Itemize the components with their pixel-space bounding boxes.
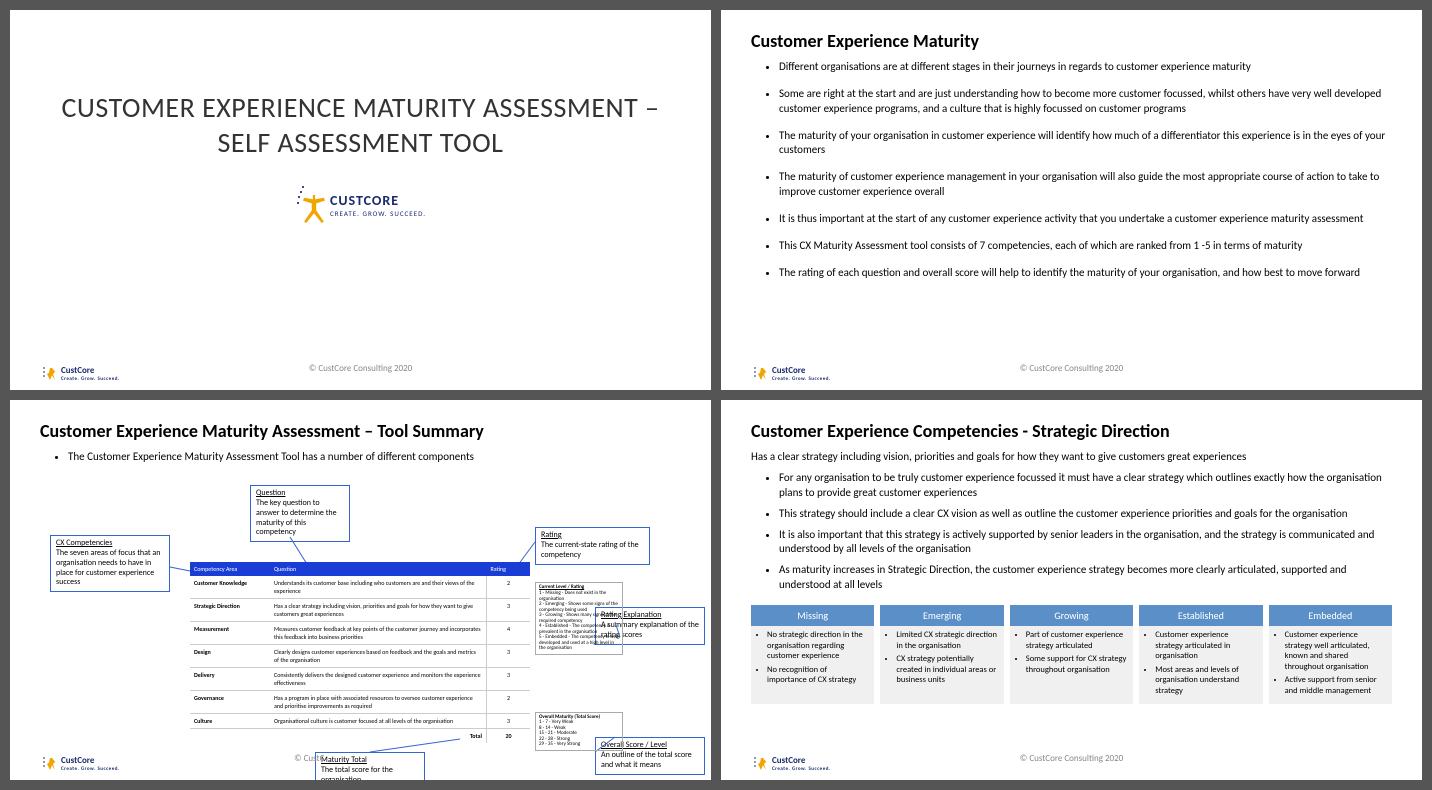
- rating-key-box: Current Level / Rating 1 - Missing - Doe…: [535, 582, 623, 655]
- table-row: Strategic DirectionHas a clear strategy …: [190, 598, 530, 621]
- level-growing: Growing Part of customer experience stra…: [1010, 605, 1133, 704]
- slide-footer: CustCoreCreate. Grow. Succeed. © CustCor…: [751, 364, 1392, 382]
- bullet: The maturity of your organisation in cus…: [779, 129, 1392, 159]
- slide-1-title: CUSTOMER EXPERIENCE MATURITY ASSESSMENT …: [40, 90, 681, 160]
- table-row: Customer KnowledgeUnderstands its custom…: [190, 576, 530, 599]
- slide-2-bullets: Different organisations are at different…: [751, 60, 1392, 280]
- custcore-small-logo-icon: [751, 754, 769, 772]
- bullet: For any organisation to be truly custome…: [779, 471, 1392, 501]
- logo-name: CUSTCORE: [330, 192, 426, 209]
- copyright: © CustCore Consulting 2020: [1020, 363, 1123, 374]
- slide-1: CUSTOMER EXPERIENCE MATURITY ASSESSMENT …: [10, 10, 711, 390]
- slide-4-heading: Customer Experience Competencies - Strat…: [751, 420, 1392, 442]
- slide-4-subtitle: Has a clear strategy including vision, p…: [751, 450, 1392, 463]
- slide-3-intro: The Customer Experience Maturity Assessm…: [40, 450, 681, 465]
- level-established: Established Customer experience strategy…: [1139, 605, 1262, 704]
- custcore-small-logo-icon: [40, 754, 58, 772]
- slide-2: Customer Experience Maturity Different o…: [721, 10, 1422, 390]
- slide-4: Customer Experience Competencies - Strat…: [721, 400, 1422, 780]
- callout-rating: Rating The current-state rating of the c…: [535, 527, 650, 565]
- slide-3-heading: Customer Experience Maturity Assessment …: [40, 420, 681, 442]
- maturity-levels-grid: Missing No strategic direction in the or…: [751, 605, 1392, 704]
- callout-cx-competencies: CX Competencies The seven areas of focus…: [50, 535, 170, 592]
- custcore-small-logo-icon: [40, 364, 58, 382]
- custcore-logo-icon: [295, 185, 325, 225]
- level-missing: Missing No strategic direction in the or…: [751, 605, 874, 704]
- bullet: It is thus important at the start of any…: [779, 212, 1392, 227]
- slide-3: Customer Experience Maturity Assessment …: [10, 400, 711, 780]
- copyright: © CustCore Consulting 2020: [1020, 753, 1123, 764]
- copyright: © CustCore Consulting 2020: [309, 363, 412, 374]
- table-row: GovernanceHas a program in place with as…: [190, 690, 530, 713]
- bullet: The rating of each question and overall …: [779, 266, 1392, 281]
- bullet: Some are right at the start and are just…: [779, 87, 1392, 117]
- bullet: This CX Maturity Assessment tool consist…: [779, 239, 1392, 254]
- level-embedded: Embedded Customer experience strategy we…: [1269, 605, 1392, 704]
- logo-tagline: Create. Grow. Succeed.: [330, 209, 426, 218]
- overall-key-box: Overall Maturity (Total Score) 1 - 7 - V…: [535, 712, 623, 751]
- table-row: CultureOrganisational culture is custome…: [190, 713, 530, 728]
- table-row: MeasurementMeasures customer feedback at…: [190, 621, 530, 644]
- slide-footer: CustCoreCreate. Grow. Succeed. © CustCor…: [40, 364, 681, 382]
- callout-question: Question The key question to answer to d…: [250, 485, 350, 542]
- bullet: The maturity of customer experience mana…: [779, 170, 1392, 200]
- main-logo: CUSTCORE Create. Grow. Succeed.: [40, 185, 681, 225]
- bullet: As maturity increases in Strategic Direc…: [779, 563, 1392, 593]
- bullet: It is also important that this strategy …: [779, 528, 1392, 558]
- slide-4-bullets: For any organisation to be truly custome…: [751, 471, 1392, 593]
- level-emerging: Emerging Limited CX strategic direction …: [880, 605, 1003, 704]
- table-total-row: Total20: [190, 728, 530, 743]
- slide-footer: CustCoreCreate. Grow. Succeed. © CustCor…: [751, 754, 1392, 772]
- competency-table: Competency Area Question Rating Customer…: [190, 562, 530, 743]
- table-row: DesignClearly designs customer experienc…: [190, 644, 530, 667]
- table-row: DeliveryConsistently delivers the design…: [190, 667, 530, 690]
- bullet: This strategy should include a clear CX …: [779, 507, 1392, 522]
- slide-2-heading: Customer Experience Maturity: [751, 30, 1392, 52]
- custcore-small-logo-icon: [751, 364, 769, 382]
- bullet: Different organisations are at different…: [779, 60, 1392, 75]
- copyright: © CustC: [294, 753, 324, 764]
- table-header-row: Competency Area Question Rating: [190, 562, 530, 576]
- slide-footer: CustCoreCreate. Grow. Succeed. © CustC: [40, 754, 681, 772]
- intro-text: The Customer Experience Maturity Assessm…: [68, 450, 681, 465]
